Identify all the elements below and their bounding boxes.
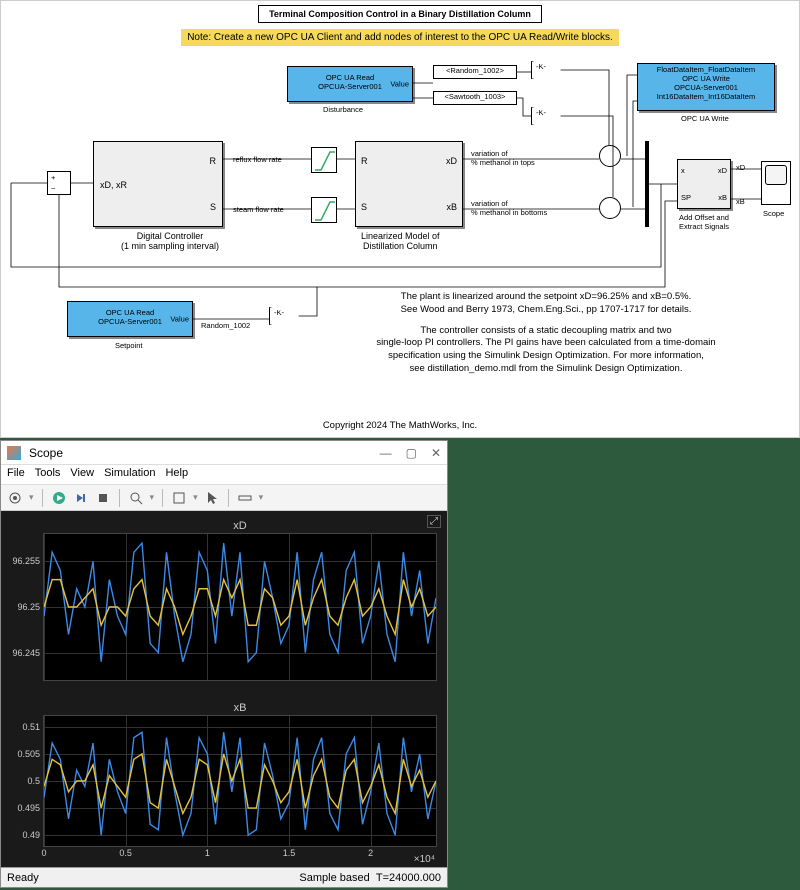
- run-icon[interactable]: [51, 490, 67, 506]
- saturation-block-2[interactable]: [311, 197, 337, 223]
- zoom-icon[interactable]: [128, 490, 144, 506]
- scope-block[interactable]: [761, 161, 791, 205]
- autoscale-icon[interactable]: [171, 490, 187, 506]
- body-text-1: The plant is linearized around the setpo…: [331, 291, 761, 304]
- status-ready: Ready: [7, 872, 39, 884]
- plot-xD[interactable]: xD 96.24596.2596.255: [43, 533, 437, 681]
- stop-icon[interactable]: [95, 490, 111, 506]
- sum-block-1[interactable]: [599, 145, 621, 167]
- plot-xB-title: xB: [44, 702, 436, 714]
- body-text-5: specification using the Simulink Design …: [331, 350, 761, 363]
- menu-file[interactable]: File: [7, 467, 25, 482]
- menu-simulation[interactable]: Simulation: [104, 467, 155, 482]
- opc-read-disturbance-block[interactable]: OPC UA Read OPCUA-Server001 Value: [287, 66, 413, 102]
- reflux-label: reflux flow rate: [233, 155, 282, 164]
- setpoint-caption: Setpoint: [115, 341, 143, 350]
- xaxis-exponent: ×10⁴: [414, 854, 435, 865]
- opc-write-block[interactable]: FloatDataItem_FloatDataItem OPC UA Write…: [637, 63, 775, 111]
- plot-xB[interactable]: xB 0.490.4950.50.5050.5100.511.52: [43, 715, 437, 847]
- minimize-icon[interactable]: —: [380, 446, 392, 460]
- body-text-2: See Wood and Berry 1973, Chem.Eng.Sci., …: [331, 304, 761, 317]
- opc-read-setpoint-block[interactable]: OPC UA Read OPCUA-Server001 Value: [67, 301, 193, 337]
- random-tag-block[interactable]: <Random_1002>: [433, 65, 517, 79]
- opc-write-caption: OPC UA Write: [681, 114, 729, 123]
- gain-block-2[interactable]: -K-: [531, 107, 561, 125]
- scope-statusbar: Ready Sample based T=24000.000: [1, 867, 447, 887]
- scope-toolbar: ▾ ▾ ▾ ▾: [1, 485, 447, 511]
- maximize-icon[interactable]: ▢: [406, 446, 417, 460]
- model-caption2: Distillation Column: [361, 241, 440, 251]
- gain-block-setpoint[interactable]: -K-: [269, 307, 299, 325]
- simulink-diagram-panel: Terminal Composition Control in a Binary…: [0, 0, 800, 438]
- scope-window: Scope — ▢ ✕ File Tools View Simulation H…: [0, 440, 448, 888]
- menu-view[interactable]: View: [70, 467, 94, 482]
- step-fwd-icon[interactable]: [73, 490, 89, 506]
- gain-block-1[interactable]: -K-: [531, 61, 561, 79]
- controller-caption2: (1 min sampling interval): [121, 241, 219, 251]
- scope-menubar: File Tools View Simulation Help: [1, 465, 447, 485]
- gear-icon[interactable]: [7, 490, 23, 506]
- steam-label: steam flow rate: [233, 205, 284, 214]
- digital-controller-block[interactable]: xD, xR R S: [93, 141, 223, 227]
- saturation-block-1[interactable]: [311, 147, 337, 173]
- sawtooth-tag-block[interactable]: <Sawtooth_1003>: [433, 91, 517, 105]
- diagram-note: Note: Create a new OPC UA Client and add…: [181, 29, 619, 46]
- menu-help[interactable]: Help: [165, 467, 188, 482]
- mux-block[interactable]: [645, 141, 649, 227]
- model-caption1: Linearized Model of: [361, 231, 440, 241]
- scope-title: Scope: [29, 446, 63, 460]
- sum-block-2[interactable]: [599, 197, 621, 219]
- random-label: Random_1002: [201, 321, 250, 330]
- scope-titlebar[interactable]: Scope — ▢ ✕: [1, 441, 447, 465]
- simulink-icon: [7, 446, 21, 460]
- status-time: T=24000.000: [376, 872, 441, 884]
- close-icon[interactable]: ✕: [431, 446, 441, 460]
- add-offset-block[interactable]: x SP xD xB: [677, 159, 731, 209]
- scope-plot-area: ⤢ xD 96.24596.2596.255 xB 0.490.4950.50.…: [1, 511, 447, 867]
- opc-port-label: Value: [390, 80, 409, 89]
- scope-caption: Scope: [763, 209, 784, 218]
- diagram-title: Terminal Composition Control in a Binary…: [258, 5, 542, 23]
- sum-block-main[interactable]: + −: [47, 171, 71, 195]
- cursor-icon[interactable]: [204, 490, 220, 506]
- disturbance-caption: Disturbance: [323, 105, 363, 114]
- body-text-4: single-loop PI controllers. The PI gains…: [331, 337, 761, 350]
- body-text-3: The controller consists of a static deco…: [331, 325, 761, 338]
- menu-tools[interactable]: Tools: [35, 467, 61, 482]
- copyright-text: Copyright 2024 The MathWorks, Inc.: [1, 420, 799, 431]
- controller-caption1: Digital Controller: [121, 231, 219, 241]
- measure-icon[interactable]: [237, 490, 253, 506]
- body-text-6: see distillation_demo.mdl from the Simul…: [331, 363, 761, 376]
- status-sample: Sample based: [299, 872, 369, 884]
- plot-xD-title: xD: [44, 520, 436, 532]
- linearized-model-block[interactable]: R S xD xB: [355, 141, 463, 227]
